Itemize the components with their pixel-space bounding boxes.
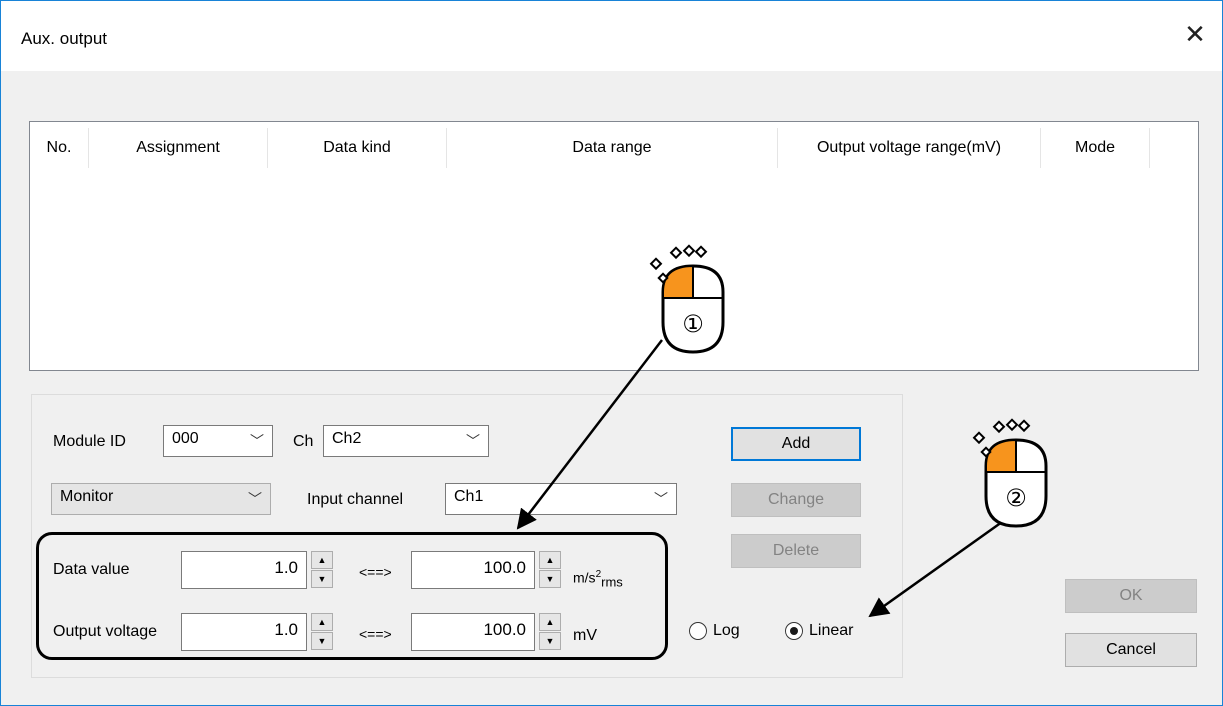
marker-2-label: ② [1005,484,1027,512]
marker-1-label: ① [682,310,704,338]
mouse-click-icon-1: ① [649,244,725,354]
mouse-click-icon-2: ② [972,418,1048,528]
annotation-overlay: ① ② [516,244,1048,618]
arrow-2 [868,520,1003,618]
arrow-1 [516,339,663,530]
